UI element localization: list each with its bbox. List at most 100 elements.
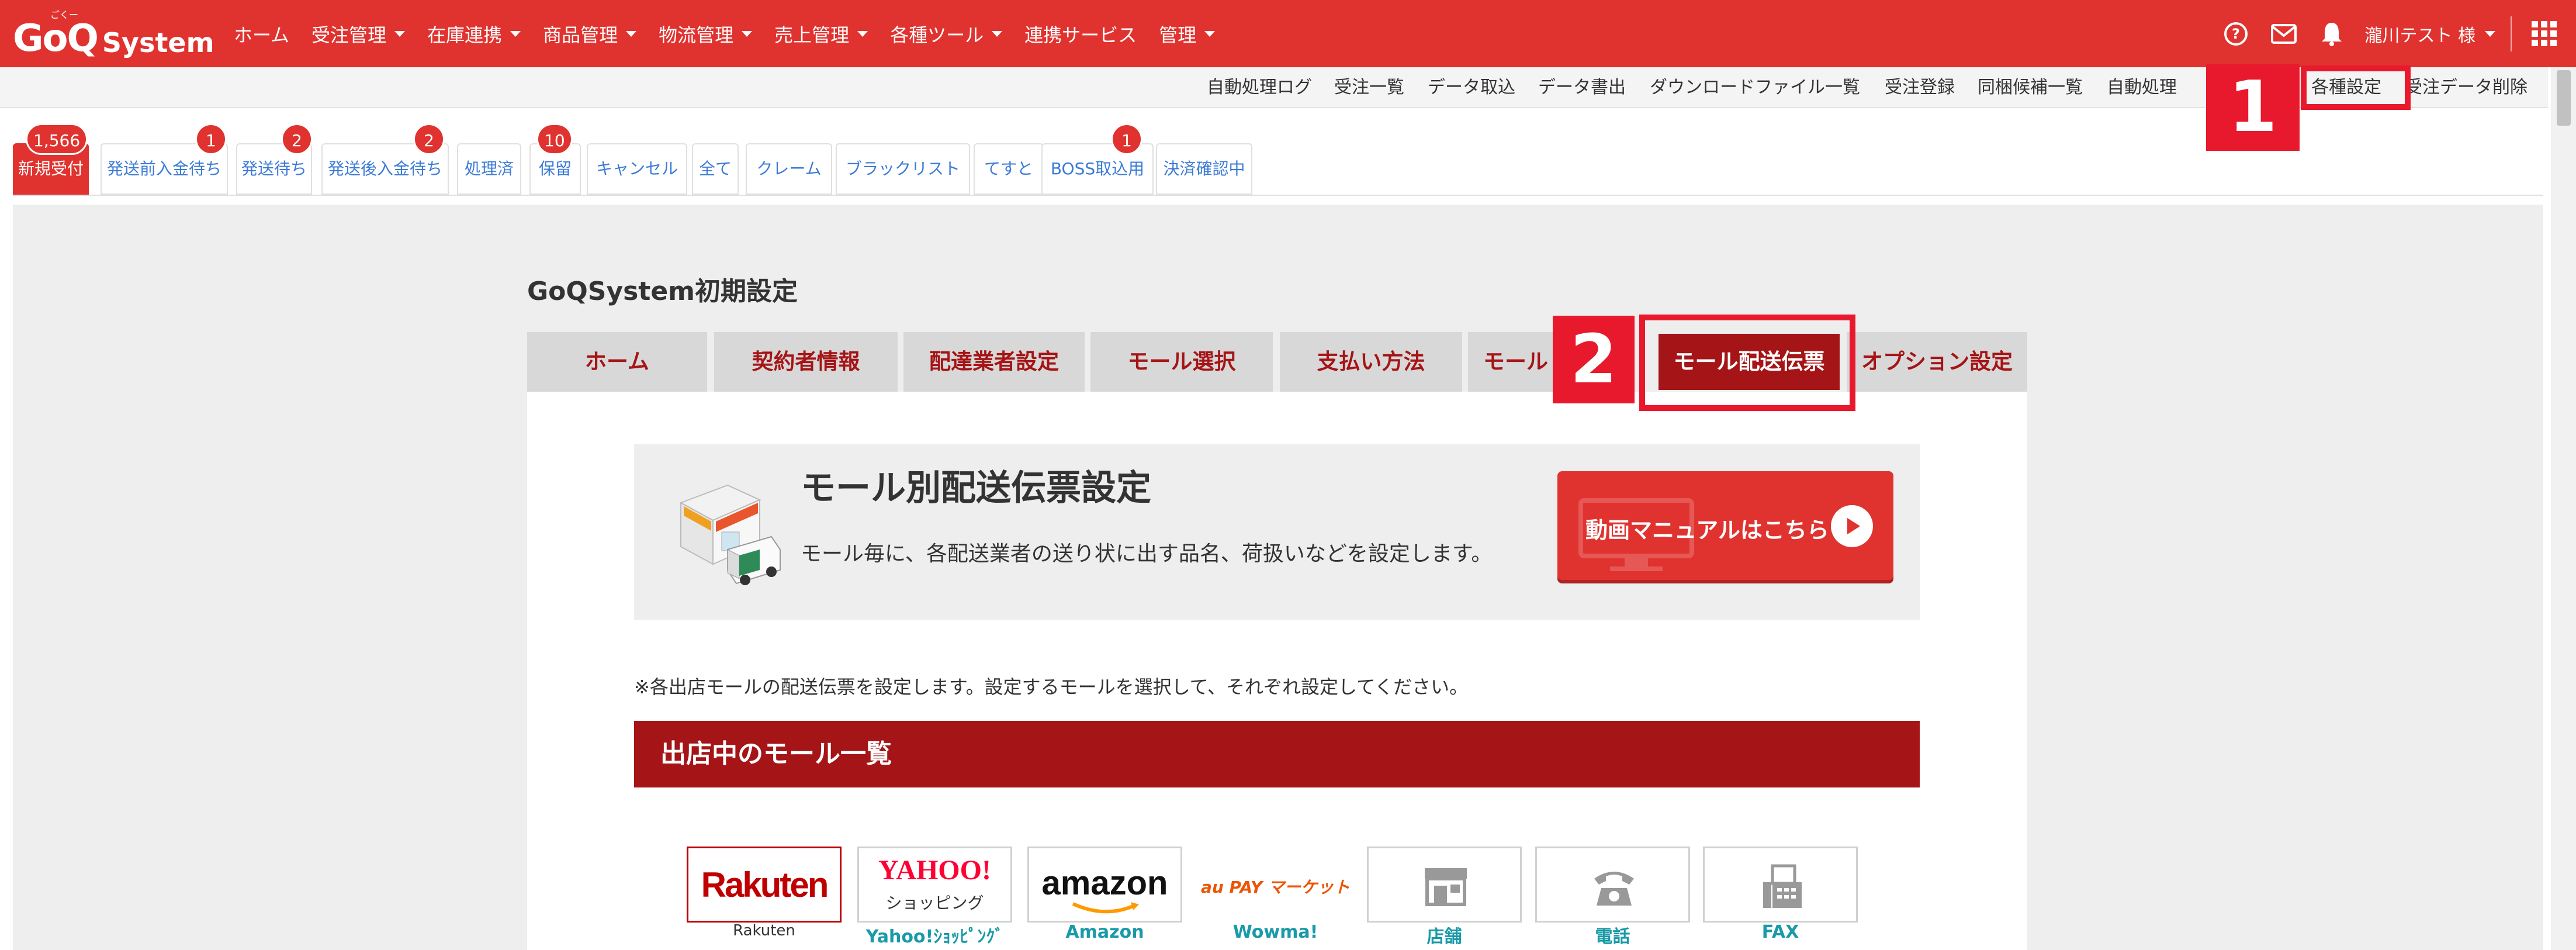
status-tab-cancel[interactable]: キャンセル [587, 143, 687, 195]
menu-item-logistics[interactable]: 物流管理 [659, 20, 753, 47]
page-scrollbar[interactable] [2551, 67, 2576, 950]
mall-card-store[interactable] [1367, 847, 1522, 923]
count-badge: 1 [1111, 123, 1142, 155]
mall-card-fax[interactable] [1703, 847, 1858, 923]
subnav-data-export[interactable]: データ書出 [1538, 67, 1626, 108]
main-menu: ホーム 受注管理 在庫連携 商品管理 物流管理 売上管理 各種ツール 連携サービ… [234, 0, 1237, 67]
bell-icon[interactable] [2317, 19, 2347, 49]
mall-card-amazon[interactable]: amazon [1027, 847, 1182, 923]
status-tab-boss-import[interactable]: BOSS取込用 1 [1041, 123, 1154, 195]
amazon-logo: amazon [1041, 864, 1168, 902]
mall-label-phone: 電話 [1595, 927, 1630, 947]
menu-item-admin[interactable]: 管理 [1159, 20, 1216, 47]
mail-icon[interactable] [2269, 19, 2299, 49]
status-tab-on-hold[interactable]: 保留 10 [529, 123, 581, 195]
apps-grid-icon[interactable] [2529, 19, 2560, 49]
subnav-auto-process[interactable]: 自動処理 [2107, 67, 2177, 108]
page-title: GoQSystem初期設定 [527, 277, 798, 306]
count-badge: 2 [281, 123, 313, 155]
callout-box-2 [1639, 315, 1855, 411]
amazon-smile-icon [1072, 902, 1139, 914]
status-tab-all[interactable]: 全て [692, 143, 739, 195]
status-tab-processed[interactable]: 処理済 [457, 143, 521, 195]
menu-item-product-management[interactable]: 商品管理 [543, 20, 637, 47]
chevron-down-icon [742, 30, 753, 37]
callout-number-2: 2 [1553, 316, 1635, 403]
chevron-down-icon [394, 30, 406, 37]
menu-item-linked-services[interactable]: 連携サービス [1024, 20, 1137, 47]
yahoo-logo: YAHOO! [878, 855, 991, 886]
svg-text:?: ? [2232, 26, 2240, 42]
logo-suffix: System [102, 27, 214, 58]
menu-item-home[interactable]: ホーム [234, 20, 289, 47]
count-badge: 2 [413, 123, 445, 155]
video-manual-label: 動画マニュアルはこちら [1585, 517, 1829, 543]
mall-card-wowma[interactable]: au PAY マーケット [1198, 847, 1353, 923]
status-tab-postpayment-wait[interactable]: 発送後入金待ち 2 [321, 123, 449, 195]
store-icon [1425, 868, 1467, 906]
settings-tab-carrier-settings[interactable]: 配達業者設定 [903, 332, 1085, 392]
settings-tab-mall-select[interactable]: モール選択 [1090, 332, 1273, 392]
mall-label-fax: FAX [1761, 922, 1799, 942]
instruction-note: ※各出店モールの配送伝票を設定します。設定するモールを選択して、それぞれ設定して… [634, 676, 1469, 698]
status-tab-claim[interactable]: クレーム [746, 143, 832, 195]
banner-title: モール別配送伝票設定 [801, 468, 1151, 509]
chevron-down-icon [510, 30, 521, 37]
scrollbar-thumb[interactable] [2557, 70, 2571, 126]
user-menu[interactable]: 瀧川テスト 様 [2364, 21, 2495, 47]
banner-description: モール毎に、各配送業者の送り状に出す品名、荷扱いなどを設定します。 [801, 542, 1493, 566]
au-pay-market-logo: au PAY マーケット [1200, 878, 1350, 897]
callout-number-1: 1 [2206, 64, 2300, 151]
menu-item-sales-management[interactable]: 売上管理 [774, 20, 868, 47]
subnav-auto-process-log[interactable]: 自動処理ログ [1207, 67, 1312, 108]
chevron-down-icon [626, 30, 637, 37]
mall-label-yahoo: Yahoo!ｼｮｯﾋﾟﾝｸﾞ [865, 927, 1004, 947]
subnav-order-register[interactable]: 受注登録 [1885, 67, 1955, 108]
menu-item-order-management[interactable]: 受注管理 [311, 20, 406, 47]
menu-item-tools[interactable]: 各種ツール [890, 20, 1003, 47]
status-tab-blacklist[interactable]: ブラックリスト [836, 143, 970, 195]
settings-tab-home[interactable]: ホーム [527, 332, 707, 392]
settings-tab-option-settings[interactable]: オプション設定 [1847, 332, 2027, 392]
mall-card-rakuten[interactable]: Rakuten [687, 847, 842, 923]
help-icon[interactable]: ? [2221, 19, 2251, 49]
subnav-data-import[interactable]: データ取込 [1428, 67, 1515, 108]
chevron-down-icon [992, 30, 1003, 37]
video-manual-button[interactable]: 動画マニュアルはこちら [1557, 471, 1893, 580]
settings-tab-contractor-info[interactable]: 契約者情報 [714, 332, 898, 392]
subnav-order-data-delete[interactable]: 受注データ削除 [2405, 67, 2527, 108]
status-tab-prepayment-wait[interactable]: 発送前入金待ち 1 [101, 123, 228, 195]
mall-list-header: 出店中のモール一覧 [634, 721, 1920, 787]
play-icon [1831, 505, 1873, 547]
mall-card-yahoo[interactable]: YAHOO! ショッピング [857, 847, 1012, 923]
chevron-down-icon [857, 30, 868, 37]
settings-tab-payment-method[interactable]: 支払い方法 [1280, 332, 1462, 392]
subnav-order-list[interactable]: 受注一覧 [1334, 67, 1404, 108]
sub-navigation: 自動処理ログ 受注一覧 データ取込 データ書出 ダウンロードファイル一覧 受注登… [0, 67, 2548, 108]
goq-system-logo[interactable]: ごくー GoQ System [13, 9, 214, 60]
menu-item-inventory-sync[interactable]: 在庫連携 [427, 20, 521, 47]
callout-box-1 [2301, 65, 2411, 110]
subnav-download-file-list[interactable]: ダウンロードファイル一覧 [1650, 67, 1860, 108]
status-tab-shipping-wait[interactable]: 発送待ち 2 [236, 123, 313, 195]
store-truck-illustration [679, 484, 781, 585]
mall-label-store: 店舗 [1427, 927, 1462, 947]
count-badge: 1,566 [26, 123, 88, 155]
mall-card-phone[interactable] [1535, 847, 1690, 923]
mall-label-rakuten: Rakuten [733, 922, 795, 939]
logo-brand: GoQ [13, 17, 99, 60]
status-tab-new[interactable]: 新規受付 1,566 [13, 123, 89, 195]
status-tab-payment-confirming[interactable]: 決済確認中 [1156, 143, 1252, 195]
logo-ruby-text: ごくー [50, 9, 79, 20]
chevron-down-icon [2485, 30, 2495, 37]
tab-underline [13, 195, 2543, 196]
mall-label-amazon: Amazon [1065, 922, 1144, 942]
settings-tab-mall-partial[interactable]: モール [1468, 332, 1564, 392]
subnav-bundle-candidates[interactable]: 同梱候補一覧 [1978, 67, 2083, 108]
count-badge: 1 [195, 123, 227, 155]
status-tab-test[interactable]: てすと [974, 143, 1044, 195]
top-navigation-bar: ごくー GoQ System ホーム 受注管理 在庫連携 商品管理 物流管理 売… [0, 0, 2576, 67]
fax-icon [1763, 864, 1802, 908]
count-badge: 10 [536, 123, 573, 155]
yahoo-logo-sub: ショッピング [885, 893, 984, 913]
